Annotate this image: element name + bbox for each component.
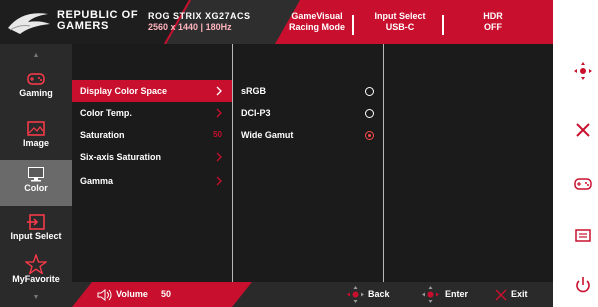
menu-item-label: Six-axis Saturation xyxy=(80,152,162,162)
main-menu-label: Color xyxy=(24,183,48,193)
header-bar: REPUBLIC OF GAMERS ROG STRIX XG27ACS 256… xyxy=(0,0,553,44)
input-select-status: Input Select USB-C xyxy=(358,11,442,33)
menu-item-display-color-space[interactable]: Display Color Space xyxy=(72,80,232,102)
radio-unchecked-icon[interactable] xyxy=(365,109,374,118)
joystick-back-icon xyxy=(347,286,364,303)
menu-item-six-axis-saturation[interactable]: Six-axis Saturation xyxy=(72,146,232,168)
input-select-icon[interactable] xyxy=(574,227,592,245)
menu-item-label: Display Color Space xyxy=(80,86,168,96)
scroll-down-icon[interactable]: ▼ xyxy=(0,294,72,301)
volume-value: 50 xyxy=(161,289,172,299)
chevron-right-icon xyxy=(216,176,222,186)
menu-item-label: Saturation xyxy=(80,130,125,140)
joystick-enter-icon xyxy=(422,286,439,303)
hdr-status: HDR OFF xyxy=(448,11,538,33)
game-visual-label: GameVisual xyxy=(291,11,343,21)
chevron-right-icon xyxy=(216,86,222,96)
third-level-panel xyxy=(384,44,553,282)
enter-button[interactable]: Enter xyxy=(445,289,468,299)
scroll-up-icon[interactable]: ▲ xyxy=(0,52,72,59)
option-label: Wide Gamut xyxy=(241,130,294,140)
main-menu-item-color[interactable]: Color xyxy=(0,160,72,206)
power-icon[interactable] xyxy=(574,276,592,294)
back-button[interactable]: Back xyxy=(368,289,390,299)
five-way-joystick-icon[interactable] xyxy=(574,62,592,80)
main-menu-item-myfavorite[interactable]: MyFavorite xyxy=(0,251,72,295)
main-menu-item-gaming[interactable]: Gaming xyxy=(0,66,72,110)
menu-item-label: Color Temp. xyxy=(80,108,132,118)
color-monitor-icon xyxy=(28,167,44,182)
hdr-label: HDR xyxy=(483,11,503,21)
option-srgb[interactable]: sRGB xyxy=(233,80,383,102)
main-menu-item-input-select[interactable]: Input Select xyxy=(0,209,72,253)
logo-line2: GAMERS xyxy=(57,20,109,32)
header-divider xyxy=(442,15,444,35)
resolution-refresh: 2560 x 1440 | 180Hz xyxy=(148,22,232,32)
gamepad-icon xyxy=(27,73,45,85)
speaker-icon xyxy=(97,289,112,301)
main-menu-label: Gaming xyxy=(19,88,53,98)
main-menu-item-image[interactable]: Image xyxy=(0,116,72,160)
color-space-options: sRGB DCI-P3 Wide Gamut xyxy=(233,44,383,282)
option-wide-gamut[interactable]: Wide Gamut xyxy=(233,124,383,146)
star-icon xyxy=(25,254,47,274)
header-divider xyxy=(352,15,354,35)
option-label: sRGB xyxy=(241,86,267,96)
osd-menu: REPUBLIC OF GAMERS ROG STRIX XG27ACS 256… xyxy=(0,0,553,307)
radio-unchecked-icon[interactable] xyxy=(365,87,374,96)
menu-item-label: Gamma xyxy=(80,176,114,186)
image-icon xyxy=(27,121,45,136)
close-icon[interactable] xyxy=(574,121,592,139)
input-select-value: USB-C xyxy=(385,22,415,32)
input-select-icon xyxy=(27,214,45,230)
model-name: ROG STRIX XG27ACS xyxy=(148,11,251,21)
game-visual-status: GameVisual Racing Mode xyxy=(282,11,352,33)
volume-label: Volume xyxy=(116,289,148,299)
chevron-right-icon xyxy=(216,152,222,162)
rog-logo-text: REPUBLIC OF GAMERS xyxy=(57,10,138,32)
option-dci-p3[interactable]: DCI-P3 xyxy=(233,102,383,124)
radio-checked-icon[interactable] xyxy=(365,131,374,140)
game-visual-value: Racing Mode xyxy=(288,22,345,32)
main-menu-label: Input Select xyxy=(10,231,62,241)
menu-item-saturation[interactable]: Saturation 50 xyxy=(72,124,232,146)
main-menu-label: MyFavorite xyxy=(12,274,60,284)
hotkey-guide xyxy=(568,0,598,307)
close-icon xyxy=(495,289,507,301)
model-info: ROG STRIX XG27ACS 2560 x 1440 | 180Hz xyxy=(148,11,251,33)
chevron-right-icon xyxy=(216,108,222,118)
hdr-value: OFF xyxy=(484,22,502,32)
main-menu-label: Image xyxy=(22,138,49,148)
menu-item-color-temp[interactable]: Color Temp. xyxy=(72,102,232,124)
saturation-value: 50 xyxy=(213,130,222,139)
option-label: DCI-P3 xyxy=(241,108,271,118)
footer-bar: Volume 50 Back Enter Exit xyxy=(72,282,553,307)
main-menu: ▲ Gaming Image Color Input Select MyFavo… xyxy=(0,44,72,307)
menu-item-gamma[interactable]: Gamma xyxy=(72,170,232,192)
input-select-label: Input Select xyxy=(374,11,426,21)
exit-button[interactable]: Exit xyxy=(511,289,528,299)
color-submenu: Display Color Space Color Temp. Saturati… xyxy=(72,44,232,282)
gamepad-icon[interactable] xyxy=(574,175,592,193)
